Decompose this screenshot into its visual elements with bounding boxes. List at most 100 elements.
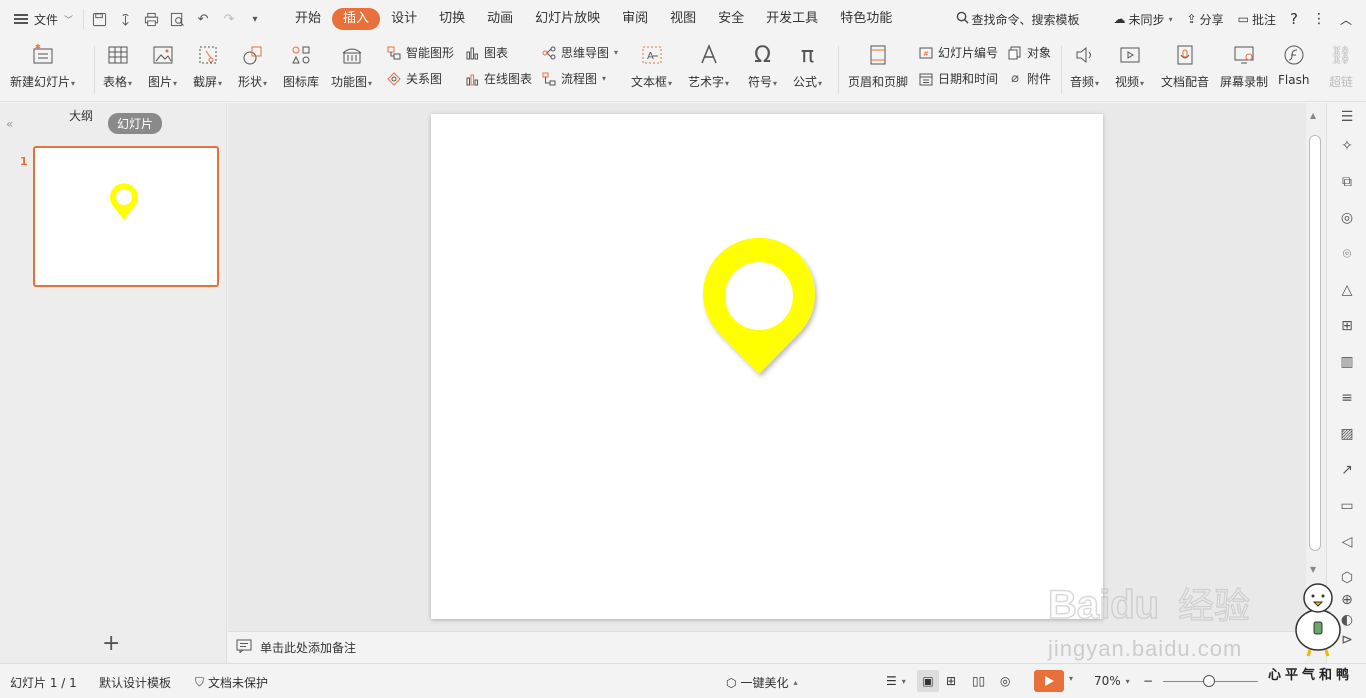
symbol-button[interactable]: Ω 符号▾ xyxy=(748,38,777,90)
wordart-icon xyxy=(696,42,722,68)
comment-button[interactable]: ▭ 批注 xyxy=(1238,11,1276,28)
share-export-icon[interactable]: ↗ xyxy=(1337,460,1357,480)
zoom-slider-knob[interactable] xyxy=(1203,675,1215,687)
sidebar-menu-icon[interactable]: ☰ xyxy=(1337,107,1357,127)
relation-icon xyxy=(386,71,402,87)
tab-developer[interactable]: 开发工具 xyxy=(755,8,829,30)
triangle-icon[interactable]: △ xyxy=(1337,280,1357,300)
header-footer-button[interactable]: 页眉和页脚 xyxy=(848,38,908,90)
slide-sorter-icon[interactable]: ⊞ xyxy=(946,674,956,688)
search-icon xyxy=(956,11,969,27)
attachment-button[interactable]: ⌀ 附件 xyxy=(1007,70,1051,87)
tab-review[interactable]: 审阅 xyxy=(611,8,659,30)
settings-sliders-icon[interactable]: ≡ xyxy=(1337,388,1357,408)
new-slide-button[interactable]: ✱ 新建幻灯片▾ xyxy=(10,38,75,90)
tab-transitions[interactable]: 切换 xyxy=(428,8,476,30)
zoom-level[interactable]: 70% ▾ xyxy=(1094,674,1130,688)
notes-toggle-icon[interactable]: ☰ ▾ xyxy=(886,674,906,688)
link-icon: ⛓ xyxy=(1329,44,1353,66)
relation-chart-button[interactable]: 关系图 xyxy=(386,70,442,87)
function-chart-button[interactable]: 功能图▾ xyxy=(331,38,372,90)
hyperlink-button[interactable]: ⛓ 超链 xyxy=(1328,38,1354,90)
save-icon[interactable] xyxy=(90,10,108,28)
slide-number-button[interactable]: # 幻灯片编号 xyxy=(918,44,998,61)
one-click-beautify[interactable]: ⬡ 一键美化 ▴ xyxy=(726,674,798,691)
chart-button[interactable]: 图表 xyxy=(464,44,508,61)
flowchart-button[interactable]: 流程图 ▾ xyxy=(541,70,606,87)
location-icon[interactable]: ⌾ xyxy=(1337,244,1357,264)
collapse-panel-icon[interactable]: « xyxy=(6,117,13,131)
reading-view-icon[interactable]: ▯▯ xyxy=(972,674,985,688)
tab-special[interactable]: 特色功能 xyxy=(829,8,903,30)
archive-icon[interactable]: ▭ xyxy=(1337,496,1357,516)
analytics-icon[interactable]: ▥ xyxy=(1337,352,1357,372)
online-chart-button[interactable]: 在线图表 xyxy=(464,70,532,87)
object-button[interactable]: 对象 xyxy=(1007,44,1051,61)
tab-slides[interactable]: 幻灯片 xyxy=(108,113,163,134)
table-button[interactable]: 表格▾ xyxy=(103,38,132,90)
pi-icon: π xyxy=(800,42,815,68)
formula-button[interactable]: π 公式▾ xyxy=(793,38,822,90)
watermark-url: jingyan.baidu.com xyxy=(1048,636,1243,661)
comment-label: 批注 xyxy=(1252,12,1277,27)
redo-icon[interactable]: ↷ xyxy=(220,10,238,28)
location-pin-shape[interactable] xyxy=(431,114,1103,619)
file-menu[interactable]: 文件 ﹀ xyxy=(0,0,83,38)
tab-design[interactable]: 设计 xyxy=(380,8,428,30)
smart-art-label: 智能图形 xyxy=(406,46,455,60)
search-commands[interactable]: 查找命令、搜索模板 xyxy=(956,11,1080,28)
undo-icon[interactable]: ↶ xyxy=(194,10,212,28)
mind-map-button[interactable]: 思维导图 ▾ xyxy=(541,44,618,61)
normal-view-icon[interactable]: ▣ xyxy=(917,670,939,692)
share-button[interactable]: ⇪ 分享 xyxy=(1187,11,1224,28)
tab-insert[interactable]: 插入 xyxy=(332,8,381,30)
add-slide-icon[interactable]: + xyxy=(102,631,120,656)
slide-thumbnail[interactable] xyxy=(33,146,219,287)
video-button[interactable]: 视频▾ xyxy=(1115,38,1144,90)
volume-icon[interactable]: ◁ xyxy=(1337,532,1357,552)
doc-protection[interactable]: ⛉ 文档未保护 xyxy=(195,674,268,691)
relation-label: 关系图 xyxy=(406,72,443,86)
smart-art-button[interactable]: 智能图形 xyxy=(386,44,454,61)
slide[interactable] xyxy=(431,114,1103,619)
icon-library-button[interactable]: 图标库 xyxy=(283,38,319,90)
tab-slideshow[interactable]: 幻灯片放映 xyxy=(524,8,611,30)
zoom-out-icon[interactable]: − xyxy=(1143,674,1153,688)
design-template[interactable]: 默认设计模板 xyxy=(99,674,171,691)
collapse-ribbon-icon[interactable]: ︿ xyxy=(1340,11,1352,28)
print-preview-icon[interactable] xyxy=(168,10,186,28)
scroll-up-icon[interactable]: ▲ xyxy=(1310,111,1316,120)
textbox-button[interactable]: A 文本框▾ xyxy=(631,38,672,90)
screenshot-button[interactable]: 截屏▾ xyxy=(193,38,222,90)
more-icon[interactable]: ⋮ xyxy=(1312,11,1326,27)
tab-view[interactable]: 视图 xyxy=(659,8,707,30)
shape-button[interactable]: 形状▾ xyxy=(238,38,267,90)
picture-button[interactable]: 图片▾ xyxy=(148,38,177,90)
magic-wand-icon[interactable]: ✧ xyxy=(1337,136,1357,156)
play-slideshow-button[interactable] xyxy=(1034,670,1064,692)
tab-home[interactable]: 开始 xyxy=(284,8,332,30)
wordart-button[interactable]: 艺术字▾ xyxy=(688,38,729,90)
sync-status[interactable]: ☁ 未同步 ▾ xyxy=(1114,11,1173,28)
paperclip-icon: ⌀ xyxy=(1011,71,1019,86)
tab-security[interactable]: 安全 xyxy=(707,8,755,30)
chevron-down-icon[interactable]: ▾ xyxy=(1068,674,1073,683)
print-icon[interactable] xyxy=(142,10,160,28)
audio-button[interactable]: 音频▾ xyxy=(1070,38,1099,90)
help-icon[interactable]: ? xyxy=(1290,10,1298,28)
tab-outline[interactable]: 大纲 xyxy=(69,107,93,124)
date-time-button[interactable]: 日期和时间 xyxy=(918,70,998,87)
shapes-icon[interactable]: ◎ xyxy=(1337,208,1357,228)
customize-toolbar-icon[interactable]: ▾ xyxy=(246,10,264,28)
scroll-down-icon[interactable]: ▼ xyxy=(1310,565,1316,574)
copy-style-icon[interactable]: ⧉ xyxy=(1337,172,1357,192)
tab-animations[interactable]: 动画 xyxy=(476,8,524,30)
image-gallery-icon[interactable]: ▨ xyxy=(1337,424,1357,444)
screen-record-button[interactable]: 屏幕录制 xyxy=(1220,38,1268,90)
presenter-view-icon[interactable]: ◎ xyxy=(1000,674,1010,688)
grid-icon[interactable]: ⊞ xyxy=(1337,316,1357,336)
doc-dubbing-button[interactable]: 文档配音 xyxy=(1161,38,1209,90)
scrollbar-thumb[interactable] xyxy=(1309,135,1321,551)
cloud-save-icon[interactable] xyxy=(116,10,134,28)
flash-button[interactable]: Flash xyxy=(1278,38,1309,87)
